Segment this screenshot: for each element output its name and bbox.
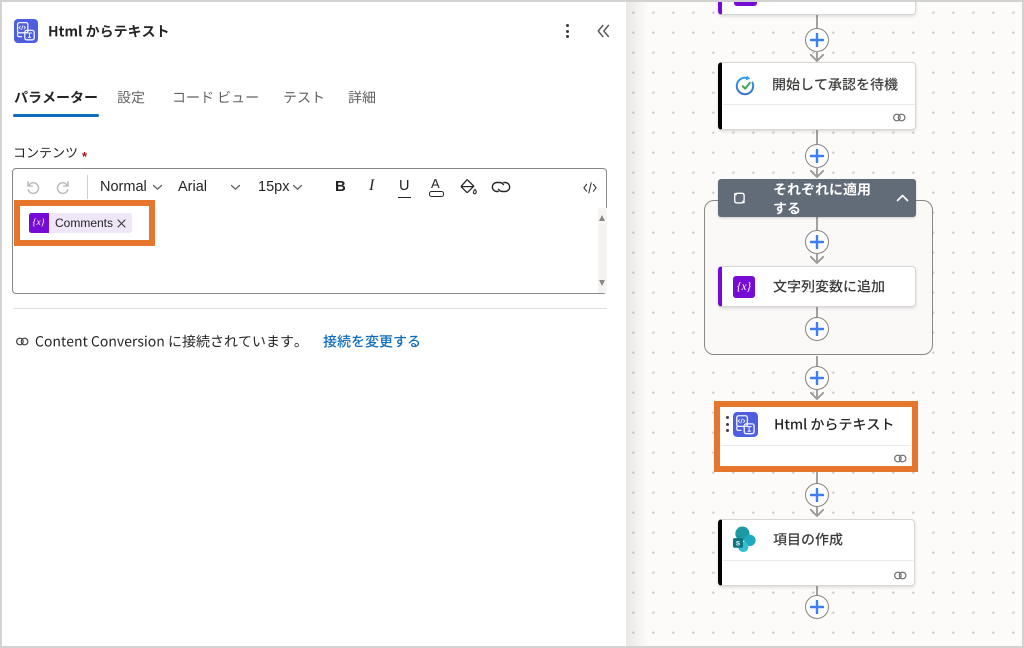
svg-text:s: s — [736, 539, 741, 548]
